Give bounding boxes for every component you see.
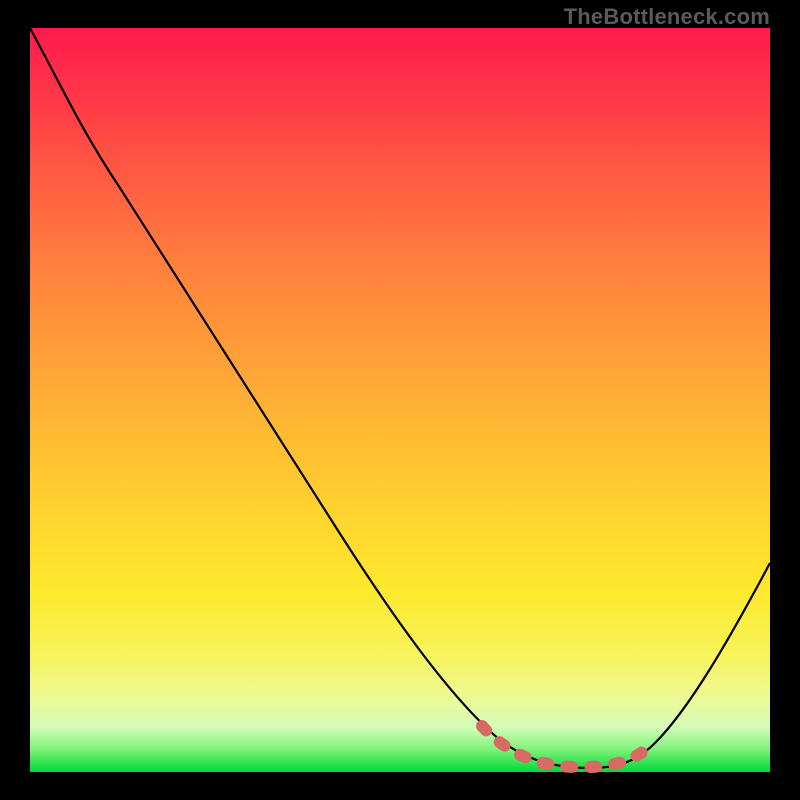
- chart-frame: TheBottleneck.com: [0, 0, 800, 800]
- minimum-band: [482, 726, 650, 767]
- attribution-text: TheBottleneck.com: [564, 4, 770, 30]
- plot-area: [30, 28, 770, 772]
- curve-layer: [30, 28, 770, 772]
- bottleneck-curve: [30, 28, 770, 768]
